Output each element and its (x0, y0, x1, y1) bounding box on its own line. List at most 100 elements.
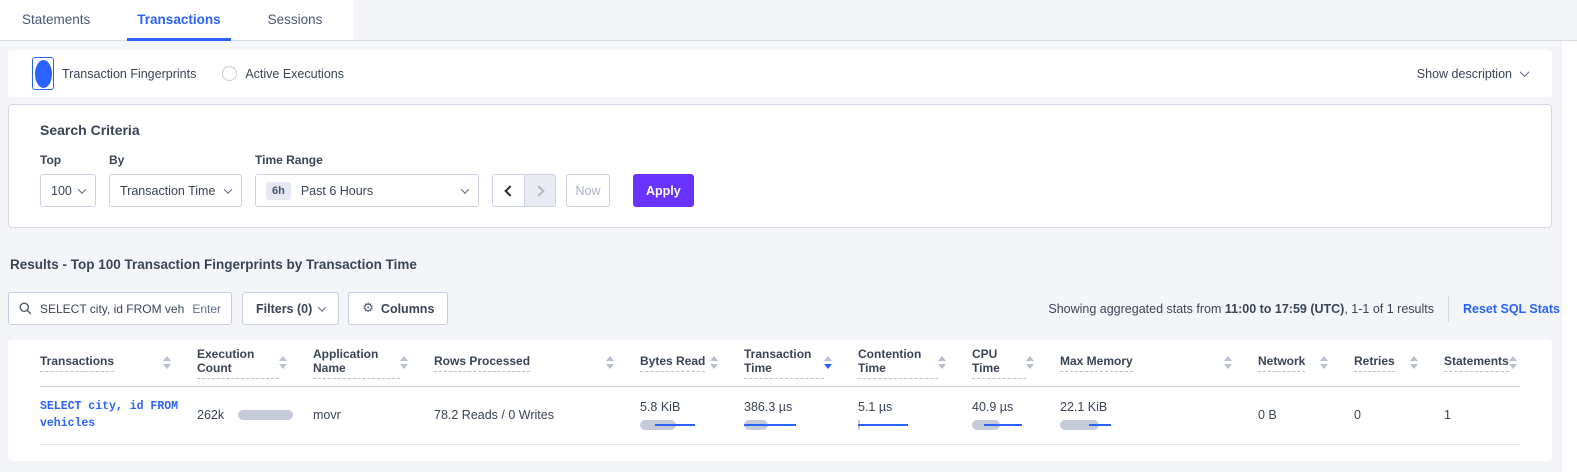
contention-time-bar (858, 420, 933, 430)
top-label: Top (40, 153, 96, 167)
sort-icon[interactable] (1509, 356, 1517, 369)
toolbar-right: Showing aggregated stats from 11:00 to 1… (1048, 296, 1560, 322)
tab-group: Statements Transactions Sessions (0, 0, 354, 40)
show-description-toggle[interactable]: Show description (1417, 67, 1528, 81)
execution-count-cell: 262k (197, 408, 313, 422)
search-box[interactable]: Enter (8, 292, 232, 325)
now-button[interactable]: Now (566, 174, 610, 207)
transaction-fingerprint-link[interactable]: SELECT city, id FROM vehicles (40, 398, 190, 432)
chevron-left-icon (504, 185, 515, 196)
top-select-value: 100 (51, 184, 72, 198)
filters-button[interactable]: Filters (0) (242, 292, 339, 325)
sort-icon[interactable] (1026, 356, 1034, 369)
view-mode-bar: Transaction Fingerprints Active Executio… (8, 50, 1552, 97)
prev-time-range-button[interactable] (493, 175, 524, 206)
column-header-transactions[interactable]: Transactions (40, 340, 197, 386)
column-header-execution-count[interactable]: Execution Count (197, 340, 313, 386)
filters-label: Filters (0) (256, 302, 312, 316)
radio-label: Transaction Fingerprints (62, 67, 196, 81)
sort-icon[interactable] (1224, 356, 1232, 369)
sort-icon[interactable] (938, 356, 946, 369)
results-toolbar: Enter Filters (0) ⚙ Columns Showing aggr… (8, 292, 1560, 325)
by-select[interactable]: Transaction Time (109, 174, 242, 207)
max-memory-cell: 22.1 KiB (1060, 400, 1258, 430)
next-time-range-button[interactable] (524, 175, 555, 206)
cpu-time-bar (972, 420, 1047, 430)
results-heading: Results - Top 100 Transaction Fingerprin… (10, 257, 1577, 272)
chevron-right-icon (533, 185, 544, 196)
tab-sessions[interactable]: Sessions (258, 0, 333, 41)
sort-icon[interactable] (163, 356, 171, 369)
transaction-time-cell: 386.3 µs (744, 400, 858, 430)
gear-icon: ⚙ (362, 301, 374, 316)
column-header-retries[interactable]: Retries (1354, 340, 1444, 386)
retries-value: 0 (1354, 408, 1361, 422)
column-header-cpu-time[interactable]: CPU Time (972, 340, 1060, 386)
sort-icon[interactable] (710, 356, 718, 369)
time-range-badge: 6h (266, 182, 291, 200)
radio-unselected-icon[interactable] (222, 66, 237, 81)
scrollbar-track[interactable] (1562, 41, 1577, 472)
search-criteria-title: Search Criteria (40, 122, 1520, 138)
sort-icon[interactable] (1410, 356, 1418, 369)
column-header-application-name[interactable]: Application Name (313, 340, 434, 386)
tab-transactions[interactable]: Transactions (127, 0, 230, 41)
sort-icon[interactable] (279, 356, 287, 369)
search-criteria-panel: Search Criteria Top 100 By Transaction T… (8, 104, 1552, 228)
column-header-transaction-time[interactable]: Transaction Time (744, 340, 858, 386)
cpu-time-cell: 40.9 µs (972, 400, 1060, 430)
statements-value: 1 (1444, 408, 1451, 422)
reset-sql-stats-link[interactable]: Reset SQL Stats (1463, 302, 1560, 316)
contention-time-cell: 5.1 µs (858, 400, 972, 430)
sort-icon[interactable] (400, 356, 408, 369)
search-icon (19, 302, 32, 315)
network-value: 0 B (1258, 408, 1277, 422)
sort-icon[interactable] (1320, 356, 1328, 369)
column-header-network[interactable]: Network (1258, 340, 1354, 386)
tab-bar: Statements Transactions Sessions (0, 0, 1577, 41)
radio-transaction-fingerprints[interactable]: Transaction Fingerprints (32, 57, 196, 90)
chevron-down-icon (318, 303, 326, 311)
sort-icon-active[interactable] (824, 356, 832, 369)
top-field: Top 100 (40, 153, 96, 207)
bytes-read-cell: 5.8 KiB (640, 400, 744, 430)
show-description-label: Show description (1417, 67, 1512, 81)
table-row: SELECT city, id FROM vehicles 262k movr … (40, 386, 1520, 444)
rows-processed-value: 78.2 Reads / 0 Writes (434, 408, 554, 422)
time-range-pager (492, 174, 556, 207)
column-header-max-memory[interactable]: Max Memory (1060, 340, 1258, 386)
search-input[interactable] (40, 302, 184, 316)
chevron-down-icon (1520, 67, 1530, 77)
columns-button[interactable]: ⚙ Columns (348, 292, 448, 325)
table-header-row: Transactions Execution Count Application… (40, 340, 1520, 386)
time-range-value: Past 6 Hours (301, 184, 462, 198)
by-select-value: Transaction Time (120, 184, 215, 198)
tab-statements[interactable]: Statements (12, 0, 100, 41)
column-header-contention-time[interactable]: Contention Time (858, 340, 972, 386)
column-header-statements[interactable]: Statements (1444, 340, 1520, 386)
transactions-table: Transactions Execution Count Application… (40, 340, 1520, 445)
radio-active-executions[interactable]: Active Executions (222, 66, 344, 81)
time-range-label: Time Range (255, 153, 479, 167)
execution-count-bar (238, 410, 293, 420)
radio-selected-icon[interactable] (32, 57, 54, 90)
radio-label: Active Executions (245, 67, 344, 81)
bytes-read-bar (640, 420, 715, 430)
time-range-field: Time Range 6h Past 6 Hours (255, 153, 479, 207)
top-select[interactable]: 100 (40, 174, 96, 207)
by-label: By (109, 153, 242, 167)
chevron-down-icon (224, 185, 232, 193)
apply-button[interactable]: Apply (633, 174, 694, 207)
max-memory-bar (1060, 420, 1135, 430)
sort-icon[interactable] (606, 356, 614, 369)
search-criteria-controls: Top 100 By Transaction Time Time Range 6… (40, 153, 1520, 207)
time-range-select[interactable]: 6h Past 6 Hours (255, 174, 479, 207)
transactions-table-card: Transactions Execution Count Application… (8, 340, 1552, 461)
by-field: By Transaction Time (109, 153, 242, 207)
aggregated-stats-text: Showing aggregated stats from 11:00 to 1… (1048, 302, 1434, 316)
column-header-bytes-read[interactable]: Bytes Read (640, 340, 744, 386)
stats-time-range: 11:00 to 17:59 (UTC) (1225, 302, 1344, 316)
enter-hint: Enter (192, 302, 221, 316)
view-mode-radio-group: Transaction Fingerprints Active Executio… (32, 57, 344, 90)
column-header-rows-processed[interactable]: Rows Processed (434, 340, 640, 386)
